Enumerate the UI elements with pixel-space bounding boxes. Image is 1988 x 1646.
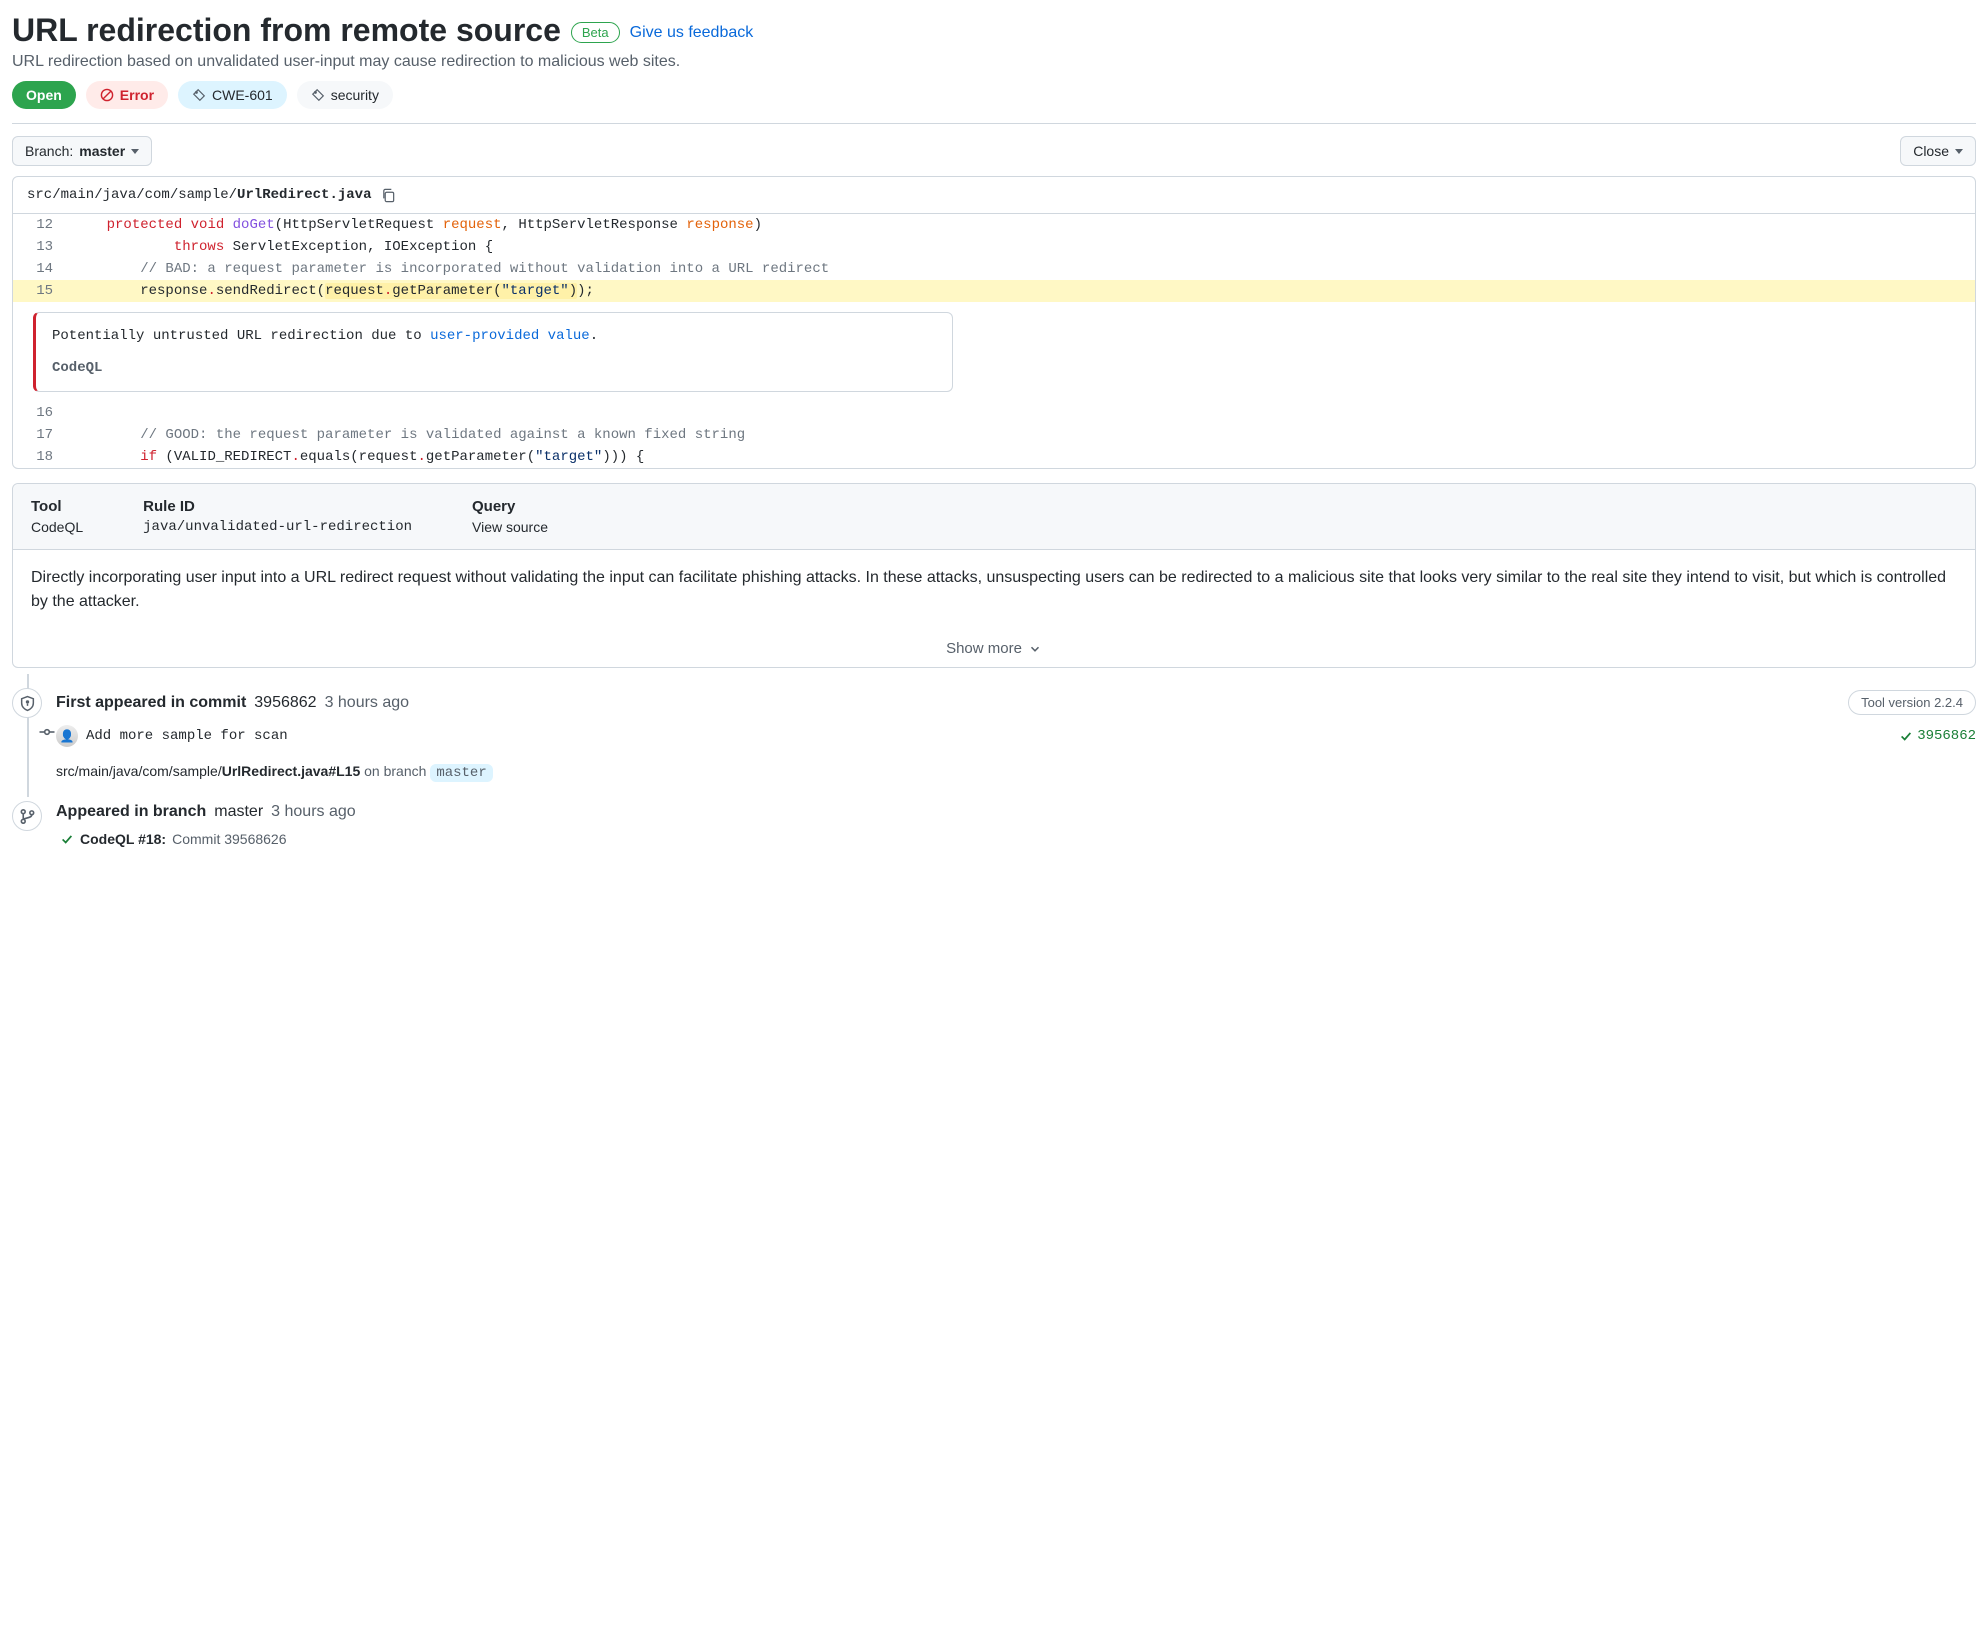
tool-label: Tool — [31, 498, 83, 515]
chevron-down-icon — [1028, 642, 1042, 656]
tag-icon — [192, 88, 206, 102]
tool-version-badge: Tool version 2.2.4 — [1848, 690, 1976, 715]
view-source-link[interactable]: View source — [472, 519, 548, 535]
tag-icon — [311, 88, 325, 102]
query-label: Query — [472, 498, 548, 515]
alert-source-link[interactable]: user-provided value — [430, 328, 590, 344]
commit-icon — [38, 723, 56, 741]
no-entry-icon — [100, 88, 114, 102]
state-open-pill: Open — [12, 81, 76, 109]
close-label: Close — [1913, 143, 1949, 159]
status-pills: Open Error CWE-601 security — [12, 81, 1976, 109]
cwe-tag-label: CWE-601 — [212, 87, 273, 103]
close-button[interactable]: Close — [1900, 136, 1976, 166]
codeql-run-commit: Commit 39568626 — [172, 831, 286, 847]
security-tag-pill[interactable]: security — [297, 81, 393, 109]
check-icon — [60, 832, 74, 846]
code-line: 12 protected void doGet(HttpServletReque… — [13, 214, 1975, 236]
commit-sha-link[interactable]: 3956862 — [1899, 728, 1976, 744]
timeline: First appeared in commit 3956862 3 hours… — [12, 684, 1976, 857]
git-branch-icon — [12, 801, 42, 831]
code-line: 13 throws ServletException, IOException … — [13, 236, 1975, 258]
codeql-run-label[interactable]: CodeQL #18: — [80, 831, 166, 847]
first-appeared-time: 3 hours ago — [325, 694, 410, 712]
details-panel: Tool CodeQL Rule ID java/unvalidated-url… — [12, 483, 1976, 668]
alert-annotation: Potentially untrusted URL redirection du… — [33, 312, 953, 392]
branch-prefix: Branch: — [25, 143, 73, 159]
code-line: 14 // BAD: a request parameter is incorp… — [13, 258, 1975, 280]
rule-value: java/unvalidated-url-redirection — [143, 519, 412, 535]
alert-annotation-row: Potentially untrusted URL redirection du… — [13, 302, 1975, 402]
first-appeared-label: First appeared in commit — [56, 694, 246, 712]
severity-error-pill: Error — [86, 81, 168, 109]
cwe-tag-pill[interactable]: CWE-601 — [178, 81, 287, 109]
timeline-item-first-appeared: First appeared in commit 3956862 3 hours… — [36, 684, 1976, 787]
file-ref-link[interactable]: src/main/java/com/sample/UrlRedirect.jav… — [56, 763, 364, 779]
timeline-item-appeared-branch: Appeared in branch master 3 hours ago Co… — [36, 797, 1976, 857]
beta-badge: Beta — [571, 22, 620, 43]
file-path[interactable]: src/main/java/com/sample/UrlRedirect.jav… — [27, 187, 371, 203]
branch-selector[interactable]: Branch: master — [12, 136, 152, 166]
feedback-link[interactable]: Give us feedback — [630, 24, 754, 42]
commit-message[interactable]: Add more sample for scan — [86, 728, 288, 744]
appeared-branch-name[interactable]: master — [214, 803, 263, 821]
page-subtitle: URL redirection based on unvalidated use… — [12, 53, 1976, 71]
shield-icon — [12, 688, 42, 718]
code-snippet-box: src/main/java/com/sample/UrlRedirect.jav… — [12, 176, 1976, 469]
tool-value: CodeQL — [31, 519, 83, 535]
code-line: 17 // GOOD: the request parameter is val… — [13, 424, 1975, 446]
appeared-branch-label: Appeared in branch — [56, 803, 206, 821]
copy-icon[interactable] — [381, 188, 396, 203]
appeared-branch-time: 3 hours ago — [271, 803, 356, 821]
severity-error-label: Error — [120, 87, 154, 103]
show-more-button[interactable]: Show more — [13, 630, 1975, 667]
alert-tool-label: CodeQL — [52, 357, 936, 379]
code-line: 16 — [13, 402, 1975, 424]
details-description: Directly incorporating user input into a… — [13, 550, 1975, 630]
avatar[interactable]: 👤 — [56, 725, 78, 747]
caret-down-icon — [131, 149, 139, 154]
code-line: 18 if (VALID_REDIRECT.equals(request.get… — [13, 446, 1975, 468]
alert-message: Potentially untrusted URL redirection du… — [52, 328, 430, 344]
security-tag-label: security — [331, 87, 379, 103]
first-appeared-sha[interactable]: 3956862 — [254, 694, 316, 712]
check-icon — [1899, 729, 1913, 743]
rule-label: Rule ID — [143, 498, 412, 515]
caret-down-icon — [1955, 149, 1963, 154]
branch-chip[interactable]: master — [430, 764, 492, 782]
branch-name: master — [79, 143, 125, 159]
page-title: URL redirection from remote source — [12, 12, 561, 49]
code-line-highlighted: 15 response.sendRedirect(request.getPara… — [13, 280, 1975, 302]
